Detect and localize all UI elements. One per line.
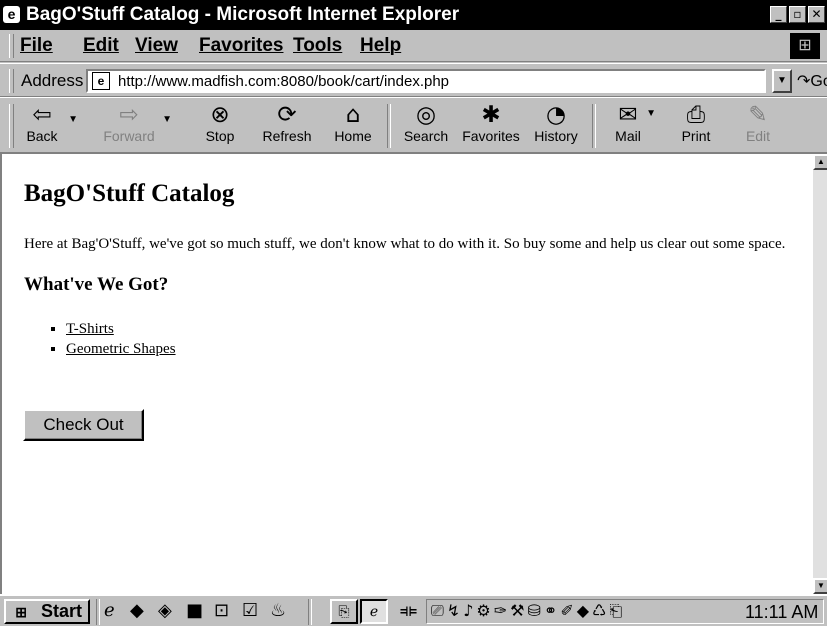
menu-favorites[interactable]: Favorites bbox=[199, 35, 283, 57]
menu-bar-grip[interactable] bbox=[9, 34, 14, 58]
browser-viewport: BagO'Stuff Catalog Here at Bag'O'Stuff, … bbox=[0, 154, 827, 594]
page-icon: e bbox=[92, 72, 110, 90]
ie-quicklaunch-icon[interactable]: ℯ bbox=[104, 601, 115, 621]
vertical-scrollbar[interactable]: ▲ ▼ bbox=[813, 154, 827, 594]
app-icon[interactable]: ♨ bbox=[270, 601, 286, 621]
edit-label: Edit bbox=[745, 128, 771, 144]
taskbar-separator bbox=[308, 599, 312, 625]
mail-icon: ✉ bbox=[618, 102, 638, 128]
toolbar-separator bbox=[387, 104, 391, 148]
windows-logo-icon: ⊞ bbox=[15, 604, 27, 620]
close-button[interactable]: ✕ bbox=[808, 6, 825, 23]
stop-icon: ⊗ bbox=[210, 102, 230, 128]
intro-text: Here at Bag'O'Stuff, we've got so much s… bbox=[24, 236, 786, 252]
link-t-shirts[interactable]: T-Shirts bbox=[66, 321, 114, 337]
window-title: BagO'Stuff Catalog - Microsoft Internet … bbox=[26, 4, 460, 25]
desktop-icon[interactable]: ■ bbox=[186, 601, 203, 621]
taskbar-separator bbox=[96, 599, 100, 625]
favorites-label: Favorites bbox=[462, 128, 520, 144]
maximize-button[interactable]: ▫ bbox=[789, 6, 806, 23]
catalog-list: T-Shirts Geometric Shapes bbox=[24, 319, 814, 359]
standard-toolbar: ⇦ Back ▼ ⇨ Forward ▼ ⊗ Stop ⟳ Refresh ⌂ … bbox=[0, 97, 827, 154]
stop-label: Stop bbox=[205, 128, 235, 144]
forward-arrow-icon: ⇨ bbox=[119, 102, 139, 128]
menu-bar: File Edit View Favorites Tools Help ⊞ bbox=[0, 30, 827, 62]
mail-dropdown-icon[interactable]: ▼ bbox=[646, 108, 656, 119]
search-label: Search bbox=[403, 128, 449, 144]
scroll-down-button[interactable]: ▼ bbox=[813, 578, 827, 594]
forward-label: Forward bbox=[103, 128, 155, 144]
page-content: BagO'Stuff Catalog Here at Bag'O'Stuff, … bbox=[24, 154, 814, 359]
tray-icons[interactable]: ⎚↯♪⚙✑⚒⛁⚭✐◆♺⎗ bbox=[431, 601, 625, 621]
section-heading: What've We Got? bbox=[24, 274, 169, 295]
taskbar: ⊞ Start ℯ ◆ ◈ ■ ⊡ ☑ ♨ ⎘ ℯ ⟚ ⎚↯♪⚙✑⚒⛁⚭✐◆♺⎗… bbox=[0, 594, 827, 626]
address-bar: Address e http://www.madfish.com:8080/bo… bbox=[0, 63, 827, 97]
list-item: T-Shirts bbox=[66, 319, 814, 339]
splitter-icon: ⟚ bbox=[400, 600, 417, 621]
refresh-label: Refresh bbox=[262, 128, 312, 144]
toolbar-separator bbox=[592, 104, 596, 148]
task-button-active[interactable]: ℯ bbox=[360, 599, 388, 624]
home-label: Home bbox=[334, 128, 372, 144]
address-url[interactable]: http://www.madfish.com:8080/book/cart/in… bbox=[118, 73, 449, 90]
forward-button[interactable]: ⇨ Forward ▼ bbox=[100, 100, 172, 150]
home-icon: ⌂ bbox=[345, 102, 361, 128]
edit-icon: ✎ bbox=[748, 102, 768, 128]
clock: 11:11 AM bbox=[745, 602, 819, 622]
go-arrow-icon: ↷ bbox=[797, 73, 811, 90]
address-input[interactable]: e http://www.madfish.com:8080/book/cart/… bbox=[86, 69, 766, 93]
windows-logo-icon: ⊞ bbox=[790, 33, 820, 59]
menu-help[interactable]: Help bbox=[360, 35, 401, 57]
search-icon: ◎ bbox=[415, 102, 437, 128]
history-label: History bbox=[534, 128, 578, 144]
page-title: BagO'Stuff Catalog bbox=[24, 180, 235, 207]
address-dropdown-button[interactable]: ▼ bbox=[772, 69, 792, 93]
toolbar-grip[interactable] bbox=[9, 104, 14, 148]
print-button[interactable]: ⎙ Print bbox=[674, 100, 718, 150]
task-button[interactable]: ⎘ bbox=[330, 599, 358, 624]
search-button[interactable]: ◎ Search bbox=[398, 100, 454, 150]
minimize-button[interactable]: _ bbox=[770, 6, 787, 23]
back-arrow-icon: ⇦ bbox=[32, 102, 52, 128]
back-label: Back bbox=[26, 128, 58, 144]
home-button[interactable]: ⌂ Home bbox=[330, 100, 376, 150]
back-dropdown-icon[interactable]: ▼ bbox=[68, 114, 78, 125]
history-button[interactable]: ◔ History bbox=[528, 100, 584, 150]
address-label: Address bbox=[21, 71, 84, 90]
print-label: Print bbox=[681, 128, 711, 144]
network-icon[interactable]: ⊡ bbox=[214, 601, 229, 621]
menu-file[interactable]: File bbox=[20, 35, 53, 57]
back-button[interactable]: ⇦ Back ▼ bbox=[20, 100, 78, 150]
menu-edit[interactable]: Edit bbox=[83, 35, 119, 57]
start-button[interactable]: ⊞ Start bbox=[4, 599, 90, 624]
go-label: Go bbox=[810, 73, 827, 90]
favorites-button[interactable]: ✱ Favorites bbox=[458, 100, 524, 150]
history-icon: ◔ bbox=[545, 102, 567, 128]
mail-button[interactable]: ✉ Mail ▼ bbox=[606, 100, 656, 150]
ie-icon: e bbox=[3, 6, 20, 23]
menu-view[interactable]: View bbox=[135, 35, 178, 57]
outlook-quicklaunch-icon[interactable]: ◆ bbox=[130, 601, 144, 621]
edit-button[interactable]: ✎ Edit bbox=[738, 100, 778, 150]
menu-tools[interactable]: Tools bbox=[293, 35, 342, 57]
refresh-icon: ⟳ bbox=[277, 102, 297, 128]
mail-label: Mail bbox=[615, 128, 641, 144]
scroll-up-button[interactable]: ▲ bbox=[813, 154, 827, 170]
check-out-button[interactable]: Check Out bbox=[23, 409, 144, 441]
favorites-icon: ✱ bbox=[481, 102, 501, 128]
printer-icon: ⎙ bbox=[686, 102, 706, 128]
channels-icon[interactable]: ◈ bbox=[158, 601, 172, 621]
system-tray: ⎚↯♪⚙✑⚒⛁⚭✐◆♺⎗ 11:11 AM bbox=[426, 599, 824, 624]
start-label: Start bbox=[40, 601, 82, 621]
forward-dropdown-icon[interactable]: ▼ bbox=[162, 114, 172, 125]
go-button[interactable]: ↷Go bbox=[797, 71, 827, 91]
refresh-button[interactable]: ⟳ Refresh bbox=[258, 100, 316, 150]
list-item: Geometric Shapes bbox=[66, 339, 814, 359]
link-geometric-shapes[interactable]: Geometric Shapes bbox=[66, 341, 176, 357]
title-bar: e BagO'Stuff Catalog - Microsoft Interne… bbox=[0, 0, 827, 30]
stop-button[interactable]: ⊗ Stop bbox=[200, 100, 240, 150]
editor-icon[interactable]: ☑ bbox=[242, 601, 258, 621]
address-bar-grip[interactable] bbox=[9, 69, 14, 93]
